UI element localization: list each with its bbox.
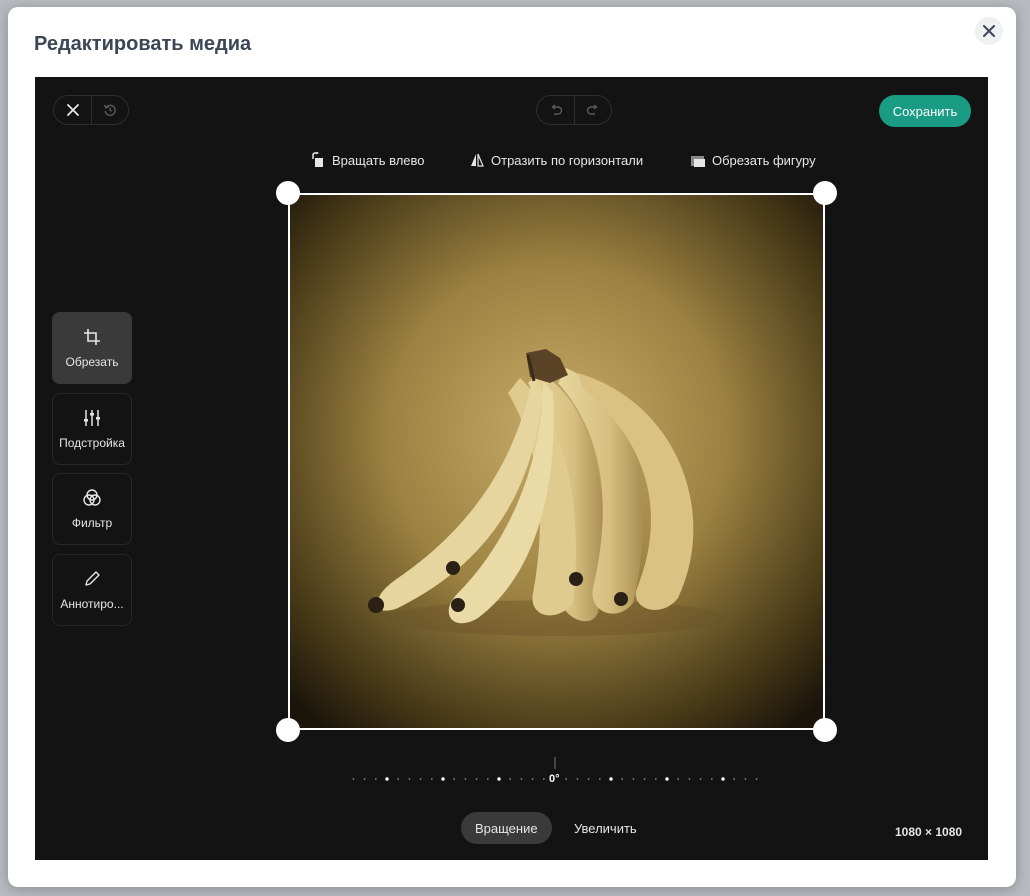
dial-tick [744, 778, 747, 780]
dial-tick [441, 777, 445, 781]
dial-tick [497, 777, 501, 781]
editor-close-button[interactable] [54, 96, 91, 124]
rotate-left-label: Вращать влево [332, 152, 425, 168]
dial-tick [699, 778, 702, 780]
sidebar-item-crop[interactable]: Обрезать [52, 312, 132, 384]
flip-horizontal-label: Отразить по горизонтали [491, 152, 644, 168]
rotate-left-icon [312, 152, 323, 167]
dial-tick [576, 778, 579, 780]
dial-tick [721, 777, 725, 781]
dial-tick [453, 778, 456, 780]
dial-tick [509, 778, 512, 780]
history-icon [103, 104, 116, 116]
tab-zoom[interactable]: Увеличить [560, 812, 651, 844]
save-button[interactable]: Сохранить [879, 95, 971, 127]
dial-tick [475, 778, 478, 780]
dial-tick [598, 778, 601, 780]
crop-shape-button[interactable]: Обрезать фигуру [690, 151, 816, 169]
dial-tick [654, 778, 657, 780]
modal-close-button[interactable] [975, 17, 1003, 45]
dial-tick [733, 778, 736, 780]
undo-redo-group [536, 95, 612, 125]
dial-tick [419, 778, 422, 780]
sidebar-item-label: Аннотиро... [60, 597, 124, 611]
crop-icon [84, 329, 100, 345]
image-dimensions: 1080 × 1080 [895, 825, 963, 839]
revert-button[interactable] [91, 96, 128, 124]
media-image [288, 193, 825, 730]
dial-tick [464, 778, 467, 780]
dial-tick [531, 778, 534, 780]
dial-tick [542, 778, 545, 780]
dial-tick [587, 778, 590, 780]
sidebar-item-filter[interactable]: Фильтр [52, 473, 132, 545]
sidebar-item-label: Обрезать [65, 355, 119, 369]
sidebar-item-label: Фильтр [71, 516, 113, 530]
dial-tick [677, 778, 680, 780]
modal-title: Редактировать медиа [34, 33, 252, 55]
crop-shape-label: Обрезать фигуру [712, 152, 816, 168]
crop-handle-top-left[interactable] [276, 181, 300, 205]
dial-tick [385, 777, 389, 781]
dial-tick [609, 777, 613, 781]
flip-horizontal-icon [471, 153, 484, 167]
pencil-icon [85, 571, 100, 586]
close-icon [66, 104, 79, 116]
dial-tick [710, 778, 713, 780]
dial-tick [486, 778, 489, 780]
redo-button[interactable] [574, 96, 611, 124]
close-icon [983, 25, 995, 37]
dial-tick [632, 778, 635, 780]
banana-photo [288, 193, 825, 730]
flip-horizontal-button[interactable]: Отразить по горизонтали [469, 151, 643, 169]
editor-close-revert-group [53, 95, 129, 125]
dial-tick [352, 778, 355, 780]
dial-tick [397, 778, 400, 780]
tab-rotation[interactable]: Вращение [461, 812, 552, 844]
dial-tick [520, 778, 523, 780]
dial-tick [688, 778, 691, 780]
dial-tick [621, 778, 624, 780]
dial-tick [408, 778, 411, 780]
sidebar-item-label: Подстройка [59, 436, 125, 450]
filter-circles-icon [83, 489, 101, 506]
edit-media-modal: Редактировать медиа Сохранить Вращать вл… [8, 7, 1016, 887]
image-editor: Сохранить Вращать влево Отразить по гори… [35, 77, 988, 860]
crop-shape-icon [691, 156, 705, 167]
dial-tick [755, 778, 758, 780]
dial-tick [643, 778, 646, 780]
rotate-left-button[interactable]: Вращать влево [310, 151, 425, 169]
undo-icon [550, 104, 562, 115]
sidebar-item-annotate[interactable]: Аннотиро... [52, 554, 132, 626]
crop-handle-bottom-left[interactable] [276, 718, 300, 742]
crop-handle-top-right[interactable] [813, 181, 837, 205]
rotation-value: 0° [549, 773, 560, 785]
sliders-icon [84, 410, 100, 426]
dial-tick [363, 778, 366, 780]
crop-handle-bottom-right[interactable] [813, 718, 837, 742]
dial-tick [665, 777, 669, 781]
redo-icon [586, 104, 598, 115]
undo-button[interactable] [537, 96, 574, 124]
sidebar-item-adjust[interactable]: Подстройка [52, 393, 132, 465]
dial-tick [430, 778, 433, 780]
dial-tick [565, 778, 568, 780]
dial-tick [374, 778, 377, 780]
